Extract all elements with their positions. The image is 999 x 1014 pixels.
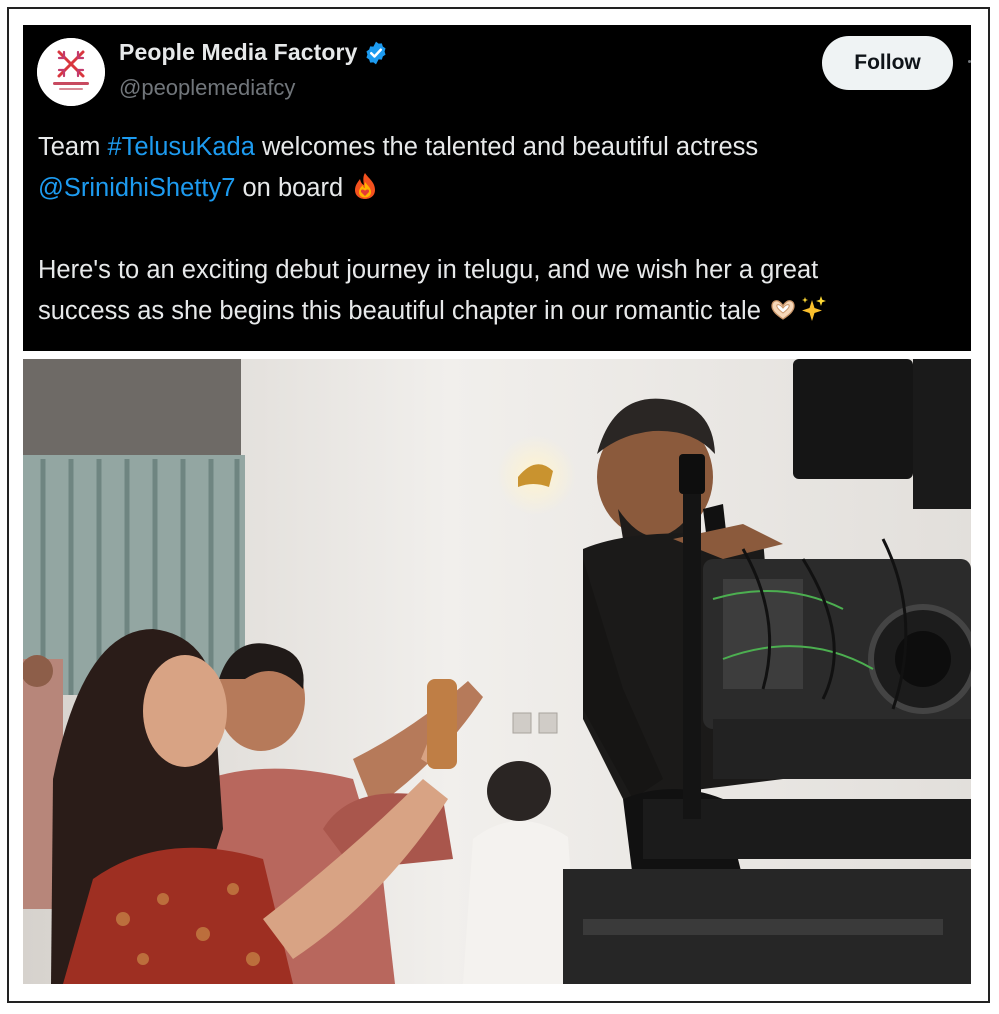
tweet-line-1: Team #TelusuKada welcomes the talented a… bbox=[38, 127, 963, 168]
text-segment: Team bbox=[38, 133, 108, 161]
display-name[interactable]: People Media Factory bbox=[119, 39, 357, 66]
tweet-photo[interactable] bbox=[23, 359, 971, 984]
tweet-card: People Media Factory @peoplemediafcy Fol… bbox=[23, 25, 971, 351]
author-name-row: People Media Factory bbox=[119, 39, 389, 66]
verified-badge-icon bbox=[363, 40, 389, 66]
mention-link[interactable]: @SrinidhiShetty7 bbox=[38, 174, 235, 202]
more-options-icon[interactable] bbox=[968, 60, 971, 63]
follow-button[interactable]: Follow bbox=[822, 36, 953, 90]
tweet-line-3: Here's to an exciting debut journey in t… bbox=[38, 256, 819, 284]
text-segment: success as she begins this beautiful cha… bbox=[38, 297, 768, 325]
people-media-factory-logo-icon bbox=[37, 38, 105, 106]
tweet-line-4: success as she begins this beautiful cha… bbox=[38, 291, 963, 332]
text-segment: on board bbox=[235, 174, 351, 202]
tweet-line-2: @SrinidhiShetty7 on board bbox=[38, 168, 963, 209]
heart-hands-emoji-icon bbox=[768, 294, 798, 324]
avatar[interactable] bbox=[37, 38, 105, 106]
author-handle[interactable]: @peoplemediafcy bbox=[119, 75, 295, 101]
hashtag-link[interactable]: #TelusuKada bbox=[107, 133, 254, 161]
tweet-text: Team #TelusuKada welcomes the talented a… bbox=[38, 127, 963, 332]
fire-heart-emoji-icon bbox=[350, 171, 380, 201]
film-set-photo-icon bbox=[23, 359, 971, 984]
text-segment: welcomes the talented and beautiful actr… bbox=[254, 133, 759, 161]
sparkles-emoji-icon bbox=[798, 294, 828, 324]
